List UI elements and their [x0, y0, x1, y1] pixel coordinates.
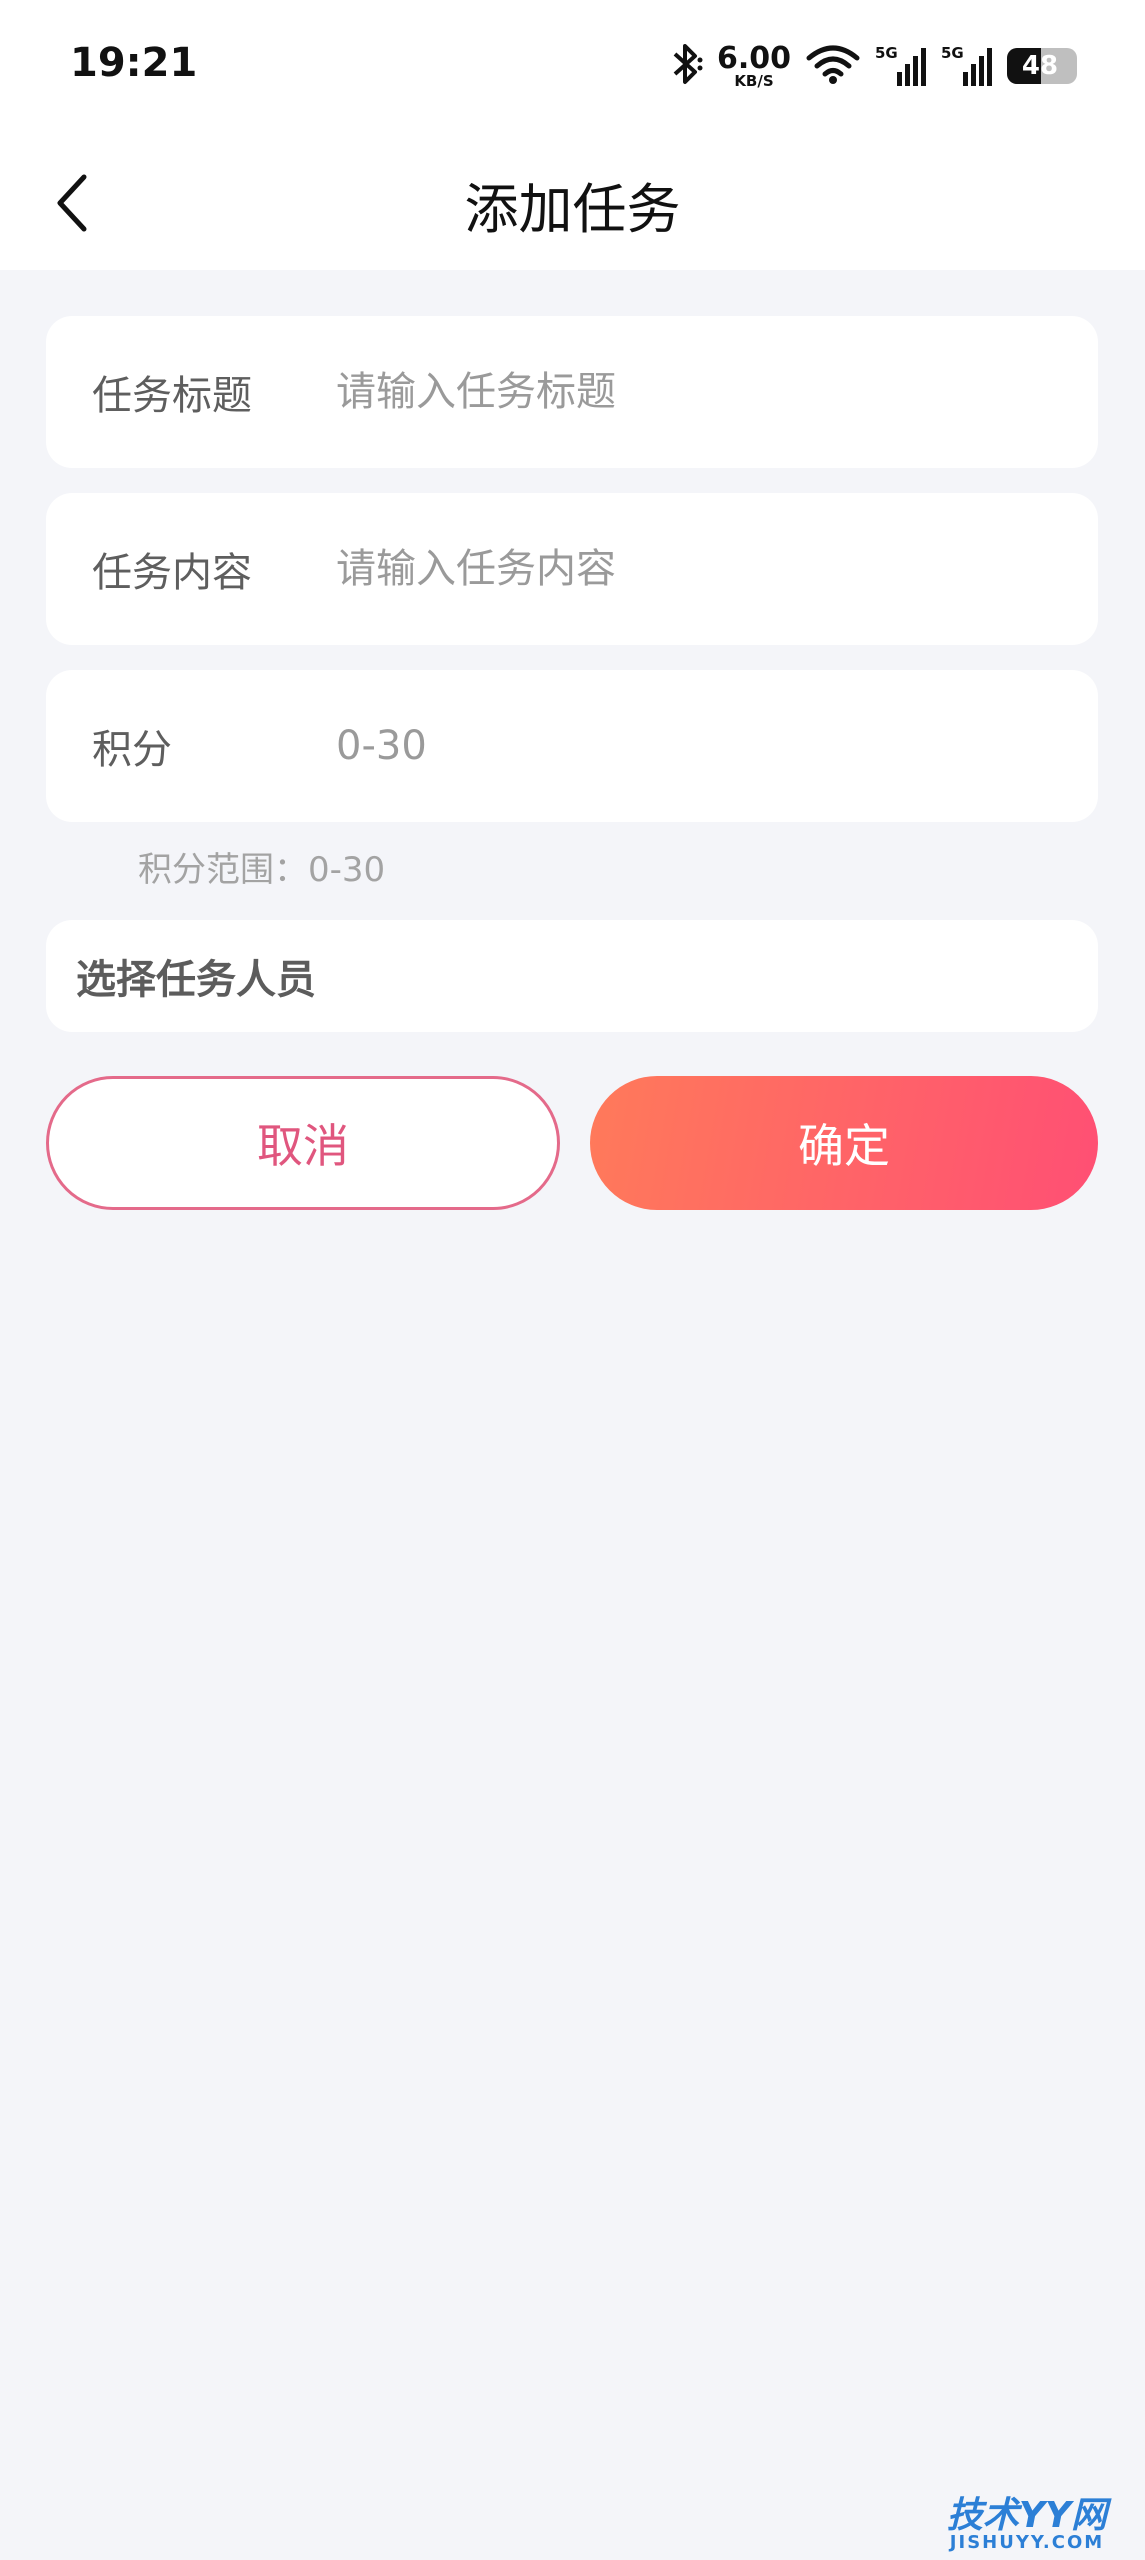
status-bar: 19:21 6.00 KB/S 5G 5G 48 [0, 0, 1145, 135]
task-title-row: 任务标题 [46, 316, 1098, 468]
battery-icon: 48 [1007, 48, 1077, 84]
task-title-input[interactable] [336, 316, 1068, 468]
select-members-row[interactable]: 选择任务人员 [46, 920, 1098, 1032]
bluetooth-icon [669, 42, 703, 90]
cancel-button[interactable]: 取消 [46, 1076, 560, 1210]
signal-icon-sim2: 5G [941, 44, 993, 88]
status-icons: 6.00 KB/S 5G 5G 48 [669, 38, 1077, 94]
task-content-input[interactable] [336, 493, 1068, 645]
task-content-row: 任务内容 [46, 493, 1098, 645]
page-title: 添加任务 [464, 178, 681, 241]
task-content-label: 任务内容 [92, 550, 252, 596]
points-range-hint: 积分范围：0-30 [138, 850, 386, 890]
watermark-main: 技术YY网 [946, 2495, 1108, 2536]
nav-bar: 添加任务 [0, 135, 1145, 270]
battery-level: 48 [1021, 51, 1059, 81]
net-speed-value: 6.00 [716, 40, 791, 76]
net-speed: 6.00 KB/S [716, 40, 791, 90]
net-speed-unit: KB/S [734, 71, 774, 90]
points-input[interactable] [336, 670, 1068, 822]
points-label: 积分 [92, 727, 172, 773]
points-row: 积分 [46, 670, 1098, 822]
wifi-icon [805, 42, 861, 90]
task-title-label: 任务标题 [92, 373, 252, 419]
signal-icon-sim1: 5G [875, 44, 927, 88]
watermark-sub: JISHUYY.COM [949, 2532, 1105, 2553]
watermark-logo: 技术YY网 JISHUYY.COM [927, 2498, 1127, 2552]
confirm-button[interactable]: 确定 [590, 1076, 1098, 1210]
status-time: 19:21 [70, 40, 198, 86]
select-members-label: 选择任务人员 [76, 957, 316, 1003]
